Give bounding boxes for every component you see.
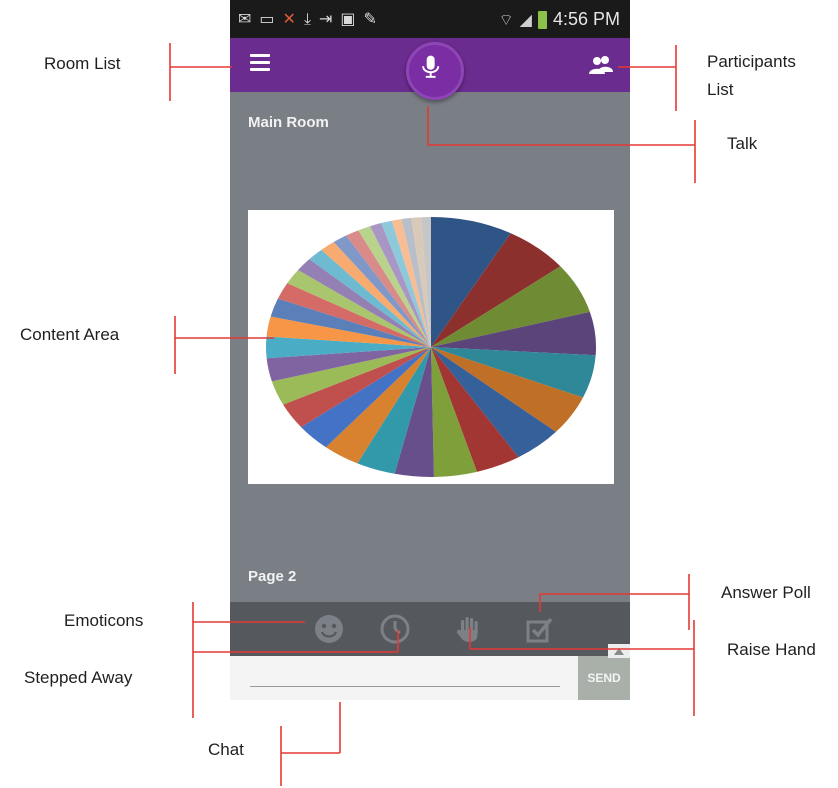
participants-icon[interactable] — [588, 54, 614, 76]
wifi-icon: ⌔ — [498, 9, 514, 29]
edit-icon: ✎ — [363, 9, 377, 28]
menu-line — [250, 61, 270, 64]
label-content-area: Content Area — [20, 325, 120, 344]
label-room-list: Room List — [44, 54, 121, 73]
hand-icon[interactable] — [452, 612, 486, 646]
menu-icon[interactable] — [250, 54, 270, 72]
pie-chart — [266, 217, 596, 477]
collapse-arrow-icon[interactable] — [608, 644, 630, 658]
menu-line — [250, 54, 270, 57]
room-title: Main Room — [248, 114, 329, 131]
label-chat: Chat — [208, 740, 244, 759]
phone-screen: ✉ ▭ ✕ ⤓ ⇥ ▣ ✎ ⌔ ◢ 4:56 PM Main Room Page… — [230, 0, 630, 700]
chat-input[interactable] — [230, 656, 580, 700]
notification-icons: ✉ ▭ ✕ ⤓ ⇥ ▣ ✎ — [238, 9, 377, 29]
email-icon: ✉ — [238, 9, 252, 28]
smiley-icon[interactable] — [312, 612, 346, 646]
label-participants-line2: List — [707, 80, 734, 99]
talk-button[interactable] — [406, 42, 464, 100]
label-answer-poll: Answer Poll — [721, 583, 811, 602]
label-emoticons: Emoticons — [64, 611, 144, 630]
callout-room-list — [169, 43, 232, 101]
missed-call-icon: ✕ — [282, 9, 296, 28]
menu-line — [250, 68, 270, 71]
action-bar — [230, 602, 630, 656]
checkbox-icon[interactable] — [522, 612, 556, 646]
send-button[interactable]: SEND — [578, 656, 630, 700]
content-area[interactable] — [248, 210, 614, 484]
label-stepped-away: Stepped Away — [24, 668, 133, 687]
mic-icon — [422, 55, 440, 78]
page-label: Page 2 — [248, 568, 297, 585]
download-icon: ⤓ — [303, 9, 312, 28]
label-raise-hand: Raise Hand — [727, 640, 816, 659]
clock-icon[interactable] — [378, 612, 412, 646]
label-participants-line1: Participants — [707, 52, 796, 71]
voicemail-icon: ▭ — [259, 9, 275, 28]
battery-icon — [537, 10, 547, 29]
exit-icon: ⇥ — [319, 9, 333, 28]
label-talk: Talk — [727, 134, 758, 153]
callout-chat — [280, 702, 341, 786]
signal-icon: ◢ — [519, 10, 532, 29]
status-time: 4:56 PM — [552, 9, 620, 29]
bag-icon: ▣ — [340, 9, 356, 28]
chat-underline — [250, 686, 560, 687]
chat-bar: SEND — [230, 656, 630, 700]
status-indicators: ⌔ ◢ 4:56 PM — [499, 9, 620, 30]
status-bar: ✉ ▭ ✕ ⤓ ⇥ ▣ ✎ ⌔ ◢ 4:56 PM — [230, 0, 630, 38]
